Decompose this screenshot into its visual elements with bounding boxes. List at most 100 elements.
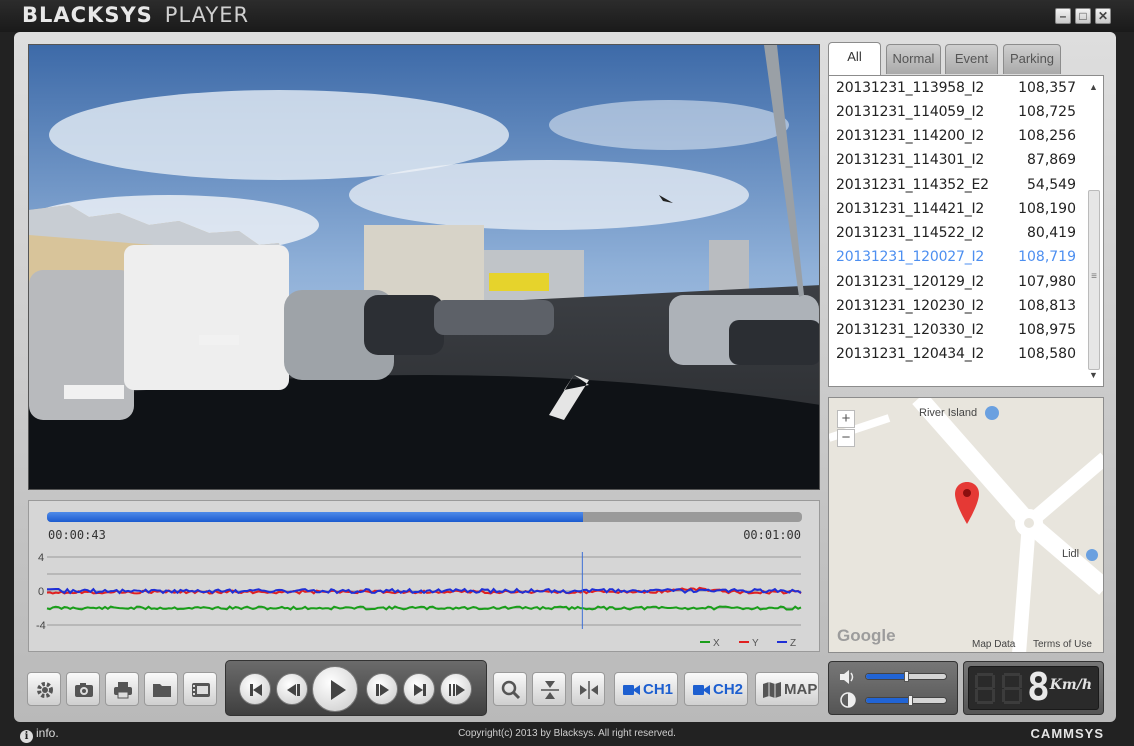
volume-slider-knob[interactable] [904,671,909,682]
video-camera-icon [623,685,640,695]
progress-bar[interactable] [47,512,802,522]
file-size: 108,357 [1018,80,1076,96]
file-row[interactable]: 20131231_114059_I2 108,725 [836,104,1076,124]
gsensor-graph[interactable]: 4 0 -4 X Y Z [29,547,819,651]
y-tick-0: 0 [38,586,44,598]
zoom-button[interactable] [493,672,527,706]
open-folder-button[interactable] [144,672,178,706]
map-data-link[interactable]: Map Data [972,639,1015,650]
channel-2-button[interactable]: CH2 [684,672,748,706]
progress-bar-fill [47,512,584,522]
gsensor-legend: X Y Z [700,638,796,649]
volume-slider-fill [866,674,906,679]
video-view[interactable] [28,44,820,490]
file-row[interactable]: 20131231_114200_I2 108,256 [836,128,1076,148]
brightness-slider[interactable] [865,695,947,706]
map-place-river-island: River Island [919,407,978,419]
close-icon: ✕ [1097,9,1109,23]
file-row[interactable]: 20131231_120129_I2 107,980 [836,274,1076,294]
step-back-icon [287,684,300,696]
zoom-in-button[interactable]: + [837,410,855,428]
file-row[interactable]: 20131231_113958_I2 108,357 [836,80,1076,100]
scroll-thumb[interactable]: ≡ [1088,190,1100,370]
elapsed-time: 00:00:43 [48,528,106,542]
grip-icon: ≡ [1091,271,1097,282]
frame-advance-icon [449,684,465,696]
file-name: 20131231_114352_E2 [836,177,989,193]
file-row[interactable]: 20131231_120434_I2 108,580 [836,346,1076,366]
speaker-icon [840,670,854,684]
file-name: 20131231_120027_I2 [836,249,985,265]
play-icon [331,680,346,700]
flip-vertical-button[interactable] [532,672,566,706]
video-frame-image [29,45,819,489]
skip-next-icon [414,684,426,696]
gear-icon [37,682,53,698]
file-row[interactable]: 20131231_114301_I2 87,869 [836,152,1076,172]
file-row[interactable]: 20131231_120230_I2 108,813 [836,298,1076,318]
file-row[interactable]: 20131231_120330_I2 108,975 [836,322,1076,342]
copyright-text: Copyright(c) 2013 by Blacksys. All right… [458,728,676,739]
legend-y-label: Y [752,638,759,649]
file-row[interactable]: 20131231_114522_I2 80,419 [836,225,1076,245]
file-name: 20131231_120330_I2 [836,322,985,338]
scroll-down-icon[interactable]: ▼ [1089,370,1098,380]
tab-parking[interactable]: Parking [1003,44,1061,74]
export-button[interactable] [183,672,217,706]
skip-previous-icon [250,684,262,696]
file-size: 108,725 [1018,104,1076,120]
snapshot-button[interactable] [66,672,100,706]
brightness-slider-knob[interactable] [908,695,913,706]
next-file-button[interactable] [403,673,435,705]
previous-file-button[interactable] [239,673,271,705]
file-name: 20131231_120434_I2 [836,346,985,362]
step-back-button[interactable] [276,673,308,705]
settings-button[interactable] [27,672,61,706]
app-title-bold: BLACKSYS [22,3,153,27]
tab-normal[interactable]: Normal [886,44,941,74]
channel-1-button[interactable]: CH1 [614,672,678,706]
print-button[interactable] [105,672,139,706]
file-name: 20131231_113958_I2 [836,80,985,96]
file-size: 80,419 [1027,225,1076,241]
terms-of-use-link[interactable]: Terms of Use [1033,639,1092,650]
map-icon [763,682,781,698]
magnifier-icon [501,680,521,700]
flip-horizontal-button[interactable] [571,672,605,706]
file-list-scrollbar[interactable]: ▲ ≡ ▼ [1087,80,1101,382]
scroll-up-icon[interactable]: ▲ [1089,82,1098,92]
file-size: 108,256 [1018,128,1076,144]
location-pin-icon [955,482,979,524]
app-window: BLACKSYS PLAYER – □ ✕ 00:00:43 00:01:00 … [0,0,1134,746]
legend-z-label: Z [790,638,796,649]
file-size: 108,719 [1018,249,1076,265]
file-row-selected[interactable]: 20131231_120027_I2 108,719 [836,249,1076,269]
file-name: 20131231_120230_I2 [836,298,985,314]
minimize-button[interactable]: – [1055,8,1071,24]
file-row[interactable]: 20131231_114421_I2 108,190 [836,201,1076,221]
channel-1-label: CH1 [643,681,674,698]
zoom-out-button[interactable]: − [837,429,855,447]
speed-display: 8 Km/h [963,661,1104,715]
map-toggle-button[interactable]: MAP [755,672,819,706]
close-button[interactable]: ✕ [1095,8,1111,24]
file-name: 20131231_114421_I2 [836,201,985,217]
video-camera-icon [693,685,710,695]
frame-advance-button[interactable] [440,673,472,705]
play-button[interactable] [312,666,358,712]
printer-icon [114,682,132,699]
tab-all[interactable]: All [828,42,881,76]
map-view[interactable]: + − River Island Lidl Google Map Data Te… [828,397,1104,653]
file-name: 20131231_114522_I2 [836,225,985,241]
file-row[interactable]: 20131231_114352_E2 54,549 [836,177,1076,197]
maximize-button[interactable]: □ [1075,8,1091,24]
volume-slider[interactable] [865,671,947,682]
maximize-icon: □ [1079,9,1087,23]
file-name: 20131231_114059_I2 [836,104,985,120]
file-name: 20131231_114301_I2 [836,152,985,168]
step-forward-button[interactable] [366,673,398,705]
tab-event[interactable]: Event [945,44,998,74]
timeline-panel: 00:00:43 00:01:00 4 0 -4 X Y Z [28,500,820,652]
film-icon [192,683,210,697]
file-name: 20131231_120129_I2 [836,274,985,290]
